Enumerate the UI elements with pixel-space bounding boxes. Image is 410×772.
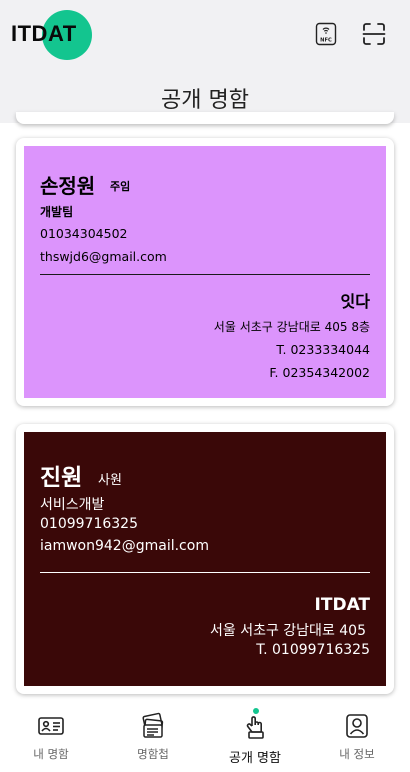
nav-label: 공개 명함 — [229, 751, 281, 766]
card-face: 손정원 주임 개발팀 01034304502 thswjd6@gmail.com… — [24, 146, 386, 398]
svg-text:NFC: NFC — [320, 37, 332, 43]
business-card[interactable]: 손정원 주임 개발팀 01034304502 thswjd6@gmail.com… — [16, 138, 394, 406]
card-company: ITDAT — [314, 595, 370, 615]
partial-card — [16, 112, 394, 124]
user-profile-icon — [346, 714, 368, 738]
page-title: 공개 명함 — [161, 88, 249, 113]
scan-button[interactable] — [362, 22, 386, 46]
card-email: thswjd6@gmail.com — [40, 249, 167, 264]
card-company: 잇다 — [340, 292, 370, 311]
nav-label: 내 정보 — [339, 747, 375, 761]
card-department: 서비스개발 — [40, 497, 105, 513]
card-department: 개발팀 — [40, 205, 74, 219]
card-phone: 01099716325 — [40, 516, 138, 532]
card-divider — [40, 572, 370, 573]
nav-item-card-book[interactable]: 명함첩 — [102, 700, 204, 772]
card-phone: 01034304502 — [40, 226, 128, 241]
card-name: 진원 — [40, 465, 83, 491]
nav-label: 내 명함 — [33, 747, 69, 761]
id-card-icon — [38, 717, 64, 735]
business-card[interactable]: 진원 사원 서비스개발 01099716325 iamwon942@gmail.… — [16, 424, 394, 694]
card-stack-icon — [142, 712, 164, 738]
card-tel: T. 01099716325 — [256, 642, 370, 658]
card-divider — [40, 274, 370, 275]
nav-label: 명함첩 — [137, 747, 169, 761]
nav-item-my-info[interactable]: 내 정보 — [306, 700, 408, 772]
card-tel: T. 0233334044 — [276, 342, 370, 357]
card-fax: F. 02354342002 — [269, 365, 370, 380]
active-indicator — [253, 708, 259, 714]
touch-hand-icon — [246, 716, 264, 739]
card-face: 진원 사원 서비스개발 01099716325 iamwon942@gmail.… — [24, 432, 386, 686]
bottom-nav: 내 명함 명함첩 공개 명함 내 정보 — [0, 700, 410, 772]
card-email: iamwon942@gmail.com — [40, 538, 209, 554]
card-address: 서울 서초구 강남대로 405 — [210, 623, 366, 639]
logo[interactable]: ITDAT — [11, 21, 77, 47]
nfc-icon: NFC — [315, 22, 337, 46]
card-address: 서울 서초구 강남대로 405 8층 — [213, 320, 370, 334]
card-position: 사원 — [98, 473, 122, 488]
card-position: 주임 — [110, 180, 131, 193]
app-header: ITDAT NFC 공개 명함 — [0, 0, 410, 123]
nfc-button[interactable]: NFC — [314, 22, 338, 46]
scan-icon — [362, 23, 386, 45]
card-name: 손정원 — [40, 174, 96, 198]
nav-item-my-card[interactable]: 내 명함 — [0, 700, 102, 772]
